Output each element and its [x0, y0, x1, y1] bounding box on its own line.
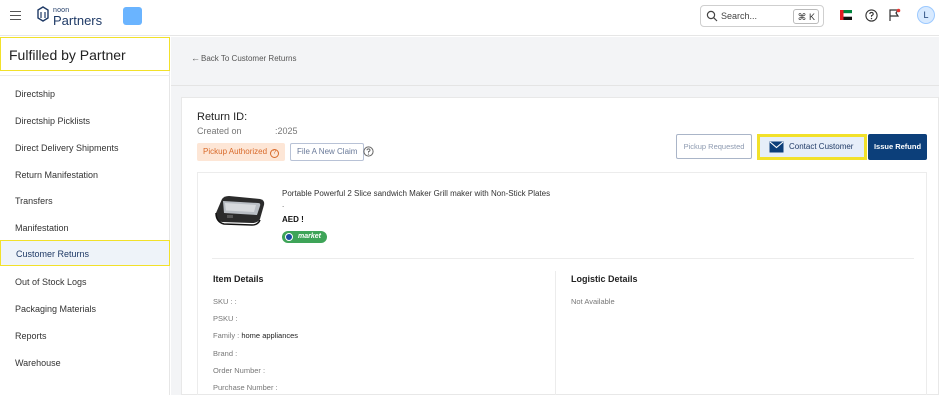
sidebar-divider	[0, 75, 170, 76]
main-content: ←Back To Customer Returns Return ID: Cre…	[171, 37, 939, 395]
sidebar-item-customer-returns[interactable]: Customer Returns	[0, 240, 170, 266]
product-divider	[212, 258, 914, 259]
uae-flag-icon[interactable]	[840, 10, 852, 20]
logo-mark-icon	[37, 6, 49, 22]
detail-order-number: Order Number :	[213, 366, 265, 375]
column-divider	[555, 271, 556, 395]
detail-family-label: Family :	[213, 331, 242, 340]
sidebar-item-warehouse[interactable]: Warehouse	[0, 350, 170, 376]
created-date: :2025	[275, 126, 298, 136]
search-placeholder: Search...	[721, 11, 758, 21]
sidebar-item-out-of-stock-logs[interactable]: Out of Stock Logs	[0, 269, 170, 295]
sidebar-item-direct-delivery-shipments[interactable]: Direct Delivery Shipments	[0, 135, 170, 161]
sidebar-item-transfers[interactable]: Transfers	[0, 188, 170, 214]
product-subtitle: .	[282, 200, 285, 209]
sidebar-item-packaging-materials[interactable]: Packaging Materials	[0, 296, 170, 322]
market-logo-icon	[285, 233, 293, 241]
menu-icon[interactable]	[10, 11, 21, 22]
market-badge: market	[282, 231, 327, 243]
help-icon[interactable]	[865, 9, 878, 22]
sidebar-item-return-manifestation[interactable]: Return Manifestation	[0, 162, 170, 188]
product-price: AED !	[282, 215, 304, 224]
sidebar: Fulfilled by Partner Directship Directsh…	[0, 37, 170, 395]
detail-brand-label: Brand :	[213, 349, 238, 358]
file-claim-button[interactable]: File A New Claim	[290, 143, 365, 161]
pickup-requested-button[interactable]: Pickup Requested	[676, 134, 752, 159]
detail-family-value: home appliances	[241, 331, 299, 340]
help-icon[interactable]	[363, 146, 374, 157]
detail-psku-label: PSKU :	[213, 314, 238, 323]
detail-purchase-number-label: Purchase Number :	[213, 383, 278, 392]
logistic-details-heading: Logistic Details	[571, 274, 638, 284]
sidebar-item-directship-picklists[interactable]: Directship Picklists	[0, 108, 170, 134]
product-panel: Portable Powerful 2 Slice sandwich Maker…	[197, 172, 927, 395]
logo[interactable]: noon Partners	[36, 6, 106, 28]
return-card: Return ID: Created on :2025 Pickup Autho…	[181, 97, 939, 395]
detail-order-number-label: Order Number :	[213, 366, 266, 375]
arrow-left-icon: ←	[191, 53, 200, 63]
contact-customer-button[interactable]: Contact Customer	[757, 134, 867, 160]
detail-family: Family : home appliances	[213, 331, 298, 340]
product-image[interactable]	[212, 191, 268, 231]
status-badge-label: Pickup Authorized	[203, 147, 268, 156]
logo-text: Partners	[53, 13, 103, 28]
avatar[interactable]: L	[917, 6, 935, 24]
item-details-heading: Item Details	[213, 274, 264, 284]
detail-purchase-number: Purchase Number :	[213, 383, 278, 392]
return-id-label: Return ID:	[197, 111, 248, 123]
search-box[interactable]: Search... ⌘ K	[700, 5, 824, 27]
header-divider	[171, 85, 939, 86]
search-icon	[706, 10, 718, 22]
contact-customer-label: Contact Customer	[789, 142, 854, 151]
detail-brand: Brand :	[213, 349, 237, 358]
product-title[interactable]: Portable Powerful 2 Slice sandwich Maker…	[282, 189, 550, 198]
detail-sku: SKU : :	[213, 297, 237, 306]
back-link[interactable]: ←Back To Customer Returns	[191, 53, 296, 63]
mail-icon	[769, 141, 784, 153]
sidebar-item-directship[interactable]: Directship	[0, 81, 170, 107]
sidebar-item-manifestation[interactable]: Manifestation	[0, 215, 170, 241]
detail-sku-label: SKU : :	[213, 297, 237, 306]
question-icon[interactable]: ?	[270, 149, 280, 158]
app-switcher-icon[interactable]	[123, 7, 142, 25]
market-badge-label: market	[298, 233, 321, 240]
search-shortcut: ⌘ K	[793, 9, 819, 24]
sidebar-title: Fulfilled by Partner	[0, 37, 170, 71]
created-label: Created on	[197, 126, 242, 136]
detail-psku: PSKU :	[213, 314, 238, 323]
notification-flag-icon[interactable]	[887, 8, 901, 22]
back-link-label: Back To Customer Returns	[201, 54, 297, 63]
status-badge: Pickup Authorized?	[197, 143, 286, 161]
issue-refund-button[interactable]: Issue Refund	[868, 134, 927, 160]
sidebar-item-reports[interactable]: Reports	[0, 323, 170, 349]
top-bar: noon Partners Search... ⌘ K L	[0, 0, 939, 36]
logistic-details-value: Not Available	[571, 297, 615, 306]
